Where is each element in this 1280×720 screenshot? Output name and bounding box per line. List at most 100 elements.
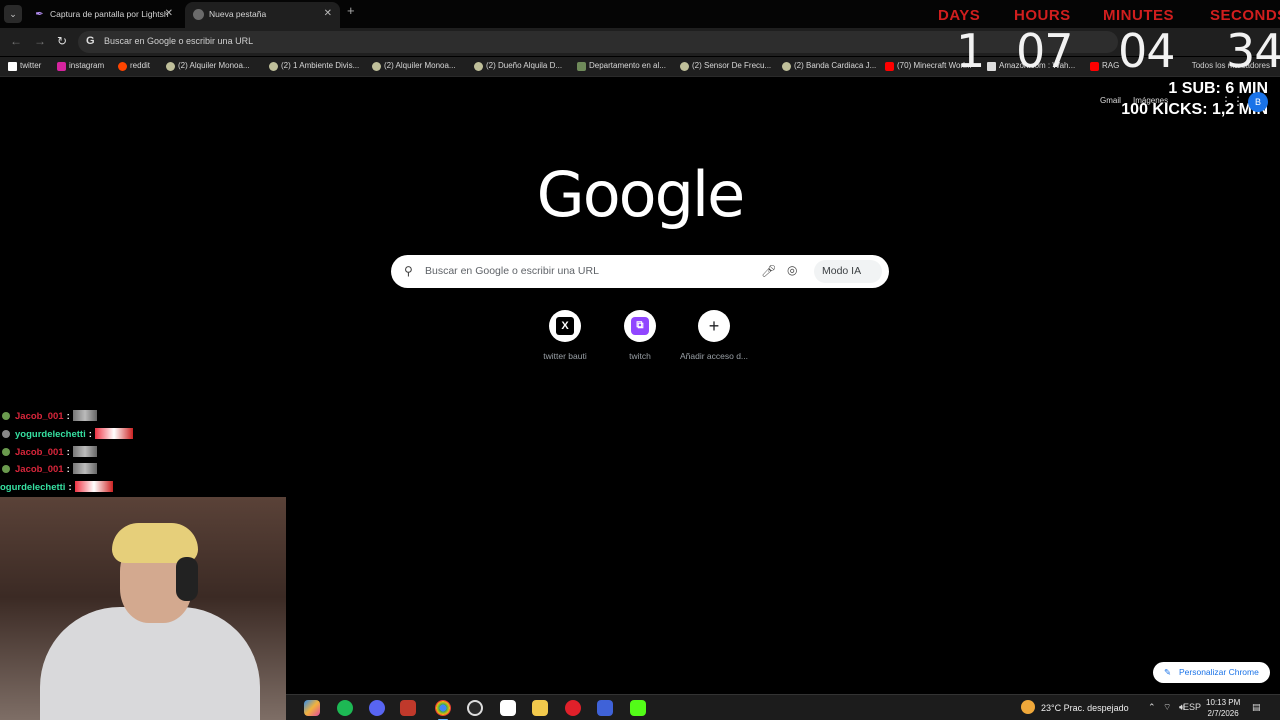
bookmark-reddit[interactable]: reddit — [118, 61, 150, 71]
emote-icon — [72, 446, 97, 457]
chat-message: Jacob_001: — [2, 463, 97, 477]
chat-username: ogurdelechetti — [0, 482, 66, 493]
bookmark-item[interactable]: (2) Dueño Alquila D... — [474, 61, 563, 71]
bookmark-twitter[interactable]: twitter — [8, 61, 42, 71]
timer-label-hours: HOURS — [1014, 7, 1071, 24]
marketplace-icon — [372, 62, 381, 71]
chat-message: Jacob_001: — [2, 410, 97, 424]
clock-date: 2/7/2026 — [1207, 709, 1239, 718]
add-shortcut[interactable]: + Añadir acceso d... — [669, 310, 759, 361]
bookmark-label: (2) Sensor De Frecu... — [692, 61, 772, 70]
reload-button[interactable]: ↻ — [57, 34, 67, 48]
bookmark-item[interactable]: (2) Alquiler Monoa... — [166, 61, 250, 71]
chrome-icon — [193, 9, 204, 20]
opera-gx-icon[interactable] — [565, 700, 581, 716]
marketplace-icon — [166, 62, 175, 71]
chrome-icon[interactable] — [435, 700, 451, 720]
webcam-feed — [0, 497, 286, 720]
close-icon[interactable]: ✕ — [324, 2, 332, 26]
bookmark-item[interactable]: (2) 1 Ambiente Divis... — [269, 61, 360, 71]
microphone-icon[interactable]: 🎤︎ — [761, 264, 776, 278]
google-logo: Google — [536, 158, 746, 231]
wifi-icon[interactable]: ⌔ — [1163, 702, 1171, 713]
bookmark-label: instagram — [69, 61, 105, 70]
spotify-icon[interactable] — [337, 700, 353, 716]
emote-icon — [72, 463, 97, 474]
webcam-person — [40, 607, 260, 720]
bookmark-label: Departamento en al... — [589, 61, 666, 70]
bookmark-label: (2) Dueño Alquila D... — [486, 61, 563, 70]
chat-message: Jacob_001: — [2, 446, 97, 460]
instagram-icon — [57, 62, 66, 71]
copilot-icon[interactable] — [304, 700, 320, 716]
language-indicator[interactable]: ESP — [1183, 702, 1201, 712]
tab-lightshot[interactable]: ✒ Captura de pantalla por Lightsh ✕ — [26, 2, 181, 28]
back-button[interactable]: ← — [10, 34, 22, 48]
app-icon[interactable] — [500, 700, 516, 716]
shortcut-label: Añadir acceso d... — [679, 351, 749, 361]
customize-chrome-button[interactable]: ✎ Personalizar Chrome — [1153, 662, 1270, 683]
weather-widget[interactable]: 23°C Prac. despejado — [1021, 700, 1129, 714]
timer-seconds: 34 — [1226, 24, 1280, 78]
obs-icon[interactable] — [467, 700, 483, 716]
tab-title: Captura de pantalla por Lightsh — [50, 9, 169, 19]
weather-text: 23°C Prac. despejado — [1041, 703, 1129, 713]
ai-mode-label: Modo IA — [822, 265, 862, 277]
subathon-timer: DAYS HOURS MINUTES SECONDS 1 07 04 34 — [928, 0, 1280, 80]
pencil-icon: ✎ — [1164, 667, 1172, 677]
chat-message: ogurdelechetti: — [0, 481, 113, 495]
bookmark-label: twitter — [20, 61, 42, 70]
emote-icon — [94, 428, 133, 439]
avatar[interactable]: B — [1248, 92, 1268, 112]
bookmark-label: (2) Banda Cardiaca J... — [794, 61, 877, 70]
weather-icon — [1021, 700, 1035, 714]
taskbar: 23°C Prac. despejado ⌃ ⌔ 🔊︎ 🔊 ESP 10:13 … — [286, 694, 1280, 720]
youtube-icon — [885, 62, 894, 71]
x-icon — [8, 62, 17, 71]
system-clock[interactable]: 10:13 PM 2/7/2026 — [1206, 697, 1240, 719]
chevron-up-icon[interactable]: ⌃ — [1148, 702, 1156, 713]
tab-search-button[interactable]: ⌄ — [4, 5, 22, 23]
kick-icon[interactable] — [630, 700, 646, 716]
bookmark-item[interactable]: (2) Banda Cardiaca J... — [782, 61, 877, 71]
tab-title: Nueva pestaña — [209, 9, 267, 19]
chat-badge-icon — [2, 465, 10, 473]
bookmark-item[interactable]: (2) Sensor De Frecu... — [680, 61, 772, 71]
search-box[interactable]: ⚲ Buscar en Google o escribir una URL 🎤︎… — [391, 255, 889, 288]
bookmark-label: (2) Alquiler Monoa... — [384, 61, 456, 70]
timer-hours: 07 — [1016, 24, 1074, 78]
tab-new-tab[interactable]: Nueva pestaña ✕ — [185, 2, 340, 28]
images-link[interactable]: Imágenes — [1133, 96, 1168, 105]
app-icon[interactable] — [597, 700, 613, 716]
voicemod-icon[interactable] — [400, 700, 416, 716]
chat-message: yogurdelechetti: — [2, 428, 133, 442]
x-icon: X — [549, 310, 581, 342]
google-lens-icon[interactable]: ◎ — [787, 263, 797, 277]
search-input[interactable]: Buscar en Google o escribir una URL — [425, 265, 599, 277]
bookmark-label: (2) Alquiler Monoa... — [178, 61, 250, 70]
notification-icon[interactable]: ▤ — [1252, 702, 1261, 713]
feather-icon: ✒ — [35, 9, 44, 20]
folder-icon[interactable] — [532, 700, 548, 716]
chat-username: Jacob_001 — [15, 464, 64, 475]
bookmark-label: (2) 1 Ambiente Divis... — [281, 61, 360, 70]
ai-mode-button[interactable]: Modo IA — [814, 260, 882, 283]
forward-button[interactable]: → — [34, 34, 46, 48]
marketplace-icon — [680, 62, 689, 71]
reddit-icon — [118, 62, 127, 71]
chat-username: yogurdelechetti — [15, 429, 86, 440]
bookmark-item[interactable]: Departamento en al... — [577, 61, 666, 71]
chat-badge-icon — [2, 412, 10, 420]
apps-grid-icon[interactable]: ⋮⋮ — [1220, 94, 1244, 108]
discord-icon[interactable] — [369, 700, 385, 716]
chat-username: Jacob_001 — [15, 447, 64, 458]
marketplace-icon — [269, 62, 278, 71]
bookmark-instagram[interactable]: instagram — [57, 61, 105, 71]
close-icon[interactable]: ✕ — [165, 2, 173, 26]
headset-icon — [176, 557, 198, 601]
gmail-link[interactable]: Gmail — [1100, 96, 1121, 105]
bookmark-item[interactable]: (2) Alquiler Monoa... — [372, 61, 456, 71]
new-tab-button[interactable]: + — [347, 3, 355, 18]
twitch-icon: ⧉ — [624, 310, 656, 342]
chat-badge-icon — [2, 448, 10, 456]
